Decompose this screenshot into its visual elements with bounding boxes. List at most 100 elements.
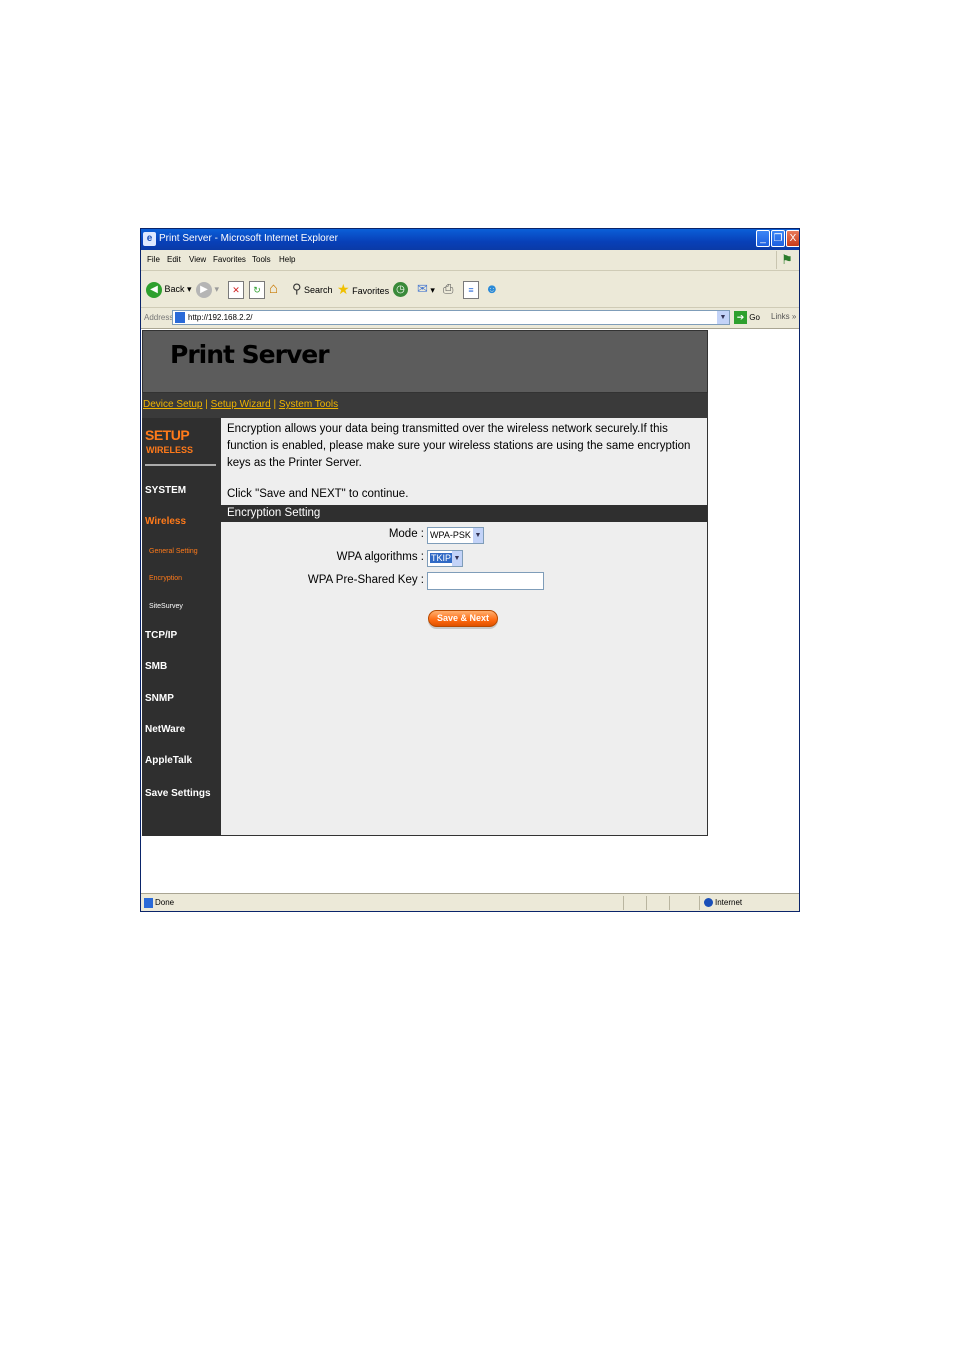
- wpa-algorithms-select[interactable]: TKIP ▼: [427, 550, 463, 567]
- sidebar-item-general-setting[interactable]: General Setting: [149, 548, 198, 555]
- print-button[interactable]: ⎙: [443, 280, 453, 298]
- status-text: Done: [155, 898, 175, 908]
- back-button[interactable]: ◀ Back ▾: [146, 280, 192, 298]
- history-button[interactable]: ◷: [393, 280, 408, 298]
- sidebar-item-wireless[interactable]: Wireless: [145, 516, 186, 527]
- messenger-icon: ☻: [485, 281, 499, 296]
- forward-button[interactable]: ▶ ▾: [196, 280, 219, 298]
- menu-edit[interactable]: Edit: [167, 255, 181, 264]
- minimize-button[interactable]: _: [756, 230, 770, 247]
- sidebar-item-snmp[interactable]: SNMP: [145, 693, 174, 704]
- address-input[interactable]: http://192.168.2.2/ ▼: [172, 310, 730, 325]
- stop-button[interactable]: ✕: [228, 280, 244, 299]
- mail-icon: ✉: [417, 281, 428, 296]
- sidebar: SETUP WIRELESS SYSTEM Wireless General S…: [142, 418, 221, 836]
- psk-label: WPA Pre-Shared Key :: [307, 574, 424, 586]
- back-label: Back: [164, 284, 185, 294]
- sidebar-divider: [145, 464, 216, 466]
- nav-separator: |: [273, 399, 277, 410]
- history-icon: ◷: [393, 282, 408, 298]
- sidebar-item-netware[interactable]: NetWare: [145, 724, 185, 735]
- status-divider: [669, 896, 670, 910]
- sidebar-item-encryption[interactable]: Encryption: [149, 575, 182, 582]
- favorites-label: Favorites: [352, 286, 390, 296]
- sidebar-item-system[interactable]: SYSTEM: [145, 485, 186, 496]
- mode-select[interactable]: WPA-PSK ▼: [427, 527, 484, 544]
- chevron-down-icon[interactable]: ▼: [717, 311, 729, 324]
- home-button[interactable]: ⌂: [269, 280, 278, 298]
- home-icon: ⌂: [269, 280, 279, 297]
- ie-icon: e: [143, 232, 156, 246]
- nav-system-tools[interactable]: System Tools: [279, 399, 338, 410]
- menu-help[interactable]: Help: [279, 255, 295, 264]
- chevron-down-icon: ▼: [473, 528, 483, 543]
- psk-input[interactable]: [427, 572, 544, 590]
- status-bar: Done Internet: [141, 893, 799, 911]
- sidebar-item-site-survey[interactable]: SiteSurvey: [149, 603, 183, 610]
- page-icon: [175, 312, 185, 323]
- status-zone: Internet: [704, 898, 743, 908]
- go-label: Go: [749, 313, 760, 322]
- links-label: Links: [771, 312, 790, 321]
- nav-setup-wizard[interactable]: Setup Wizard: [211, 399, 271, 410]
- wpa-algorithms-value: TKIP: [430, 553, 453, 563]
- sidebar-item-appletalk[interactable]: AppleTalk: [145, 755, 192, 766]
- messenger-button[interactable]: ☻: [485, 280, 499, 298]
- status-done: Done: [144, 898, 174, 908]
- toolbar: ◀ Back ▾ ▶ ▾ ✕ ↻ ⌂ ⚲ Search ★ Favorites …: [141, 271, 799, 308]
- address-url: http://192.168.2.2/: [188, 313, 253, 322]
- favorites-button[interactable]: ★ Favorites: [337, 280, 389, 298]
- nav-device-setup[interactable]: Device Setup: [143, 399, 202, 410]
- encryption-description: Encryption allows your data being transm…: [227, 423, 691, 469]
- status-divider: [623, 896, 624, 910]
- star-icon: ★: [337, 281, 350, 297]
- mode-value: WPA-PSK: [430, 530, 471, 540]
- zone-text: Internet: [715, 898, 743, 907]
- main-panel: Encryption allows your data being transm…: [221, 418, 708, 836]
- header-banner: Print Server: [142, 330, 708, 393]
- page-title: Print Server: [170, 340, 330, 369]
- menu-favorites[interactable]: Favorites: [213, 255, 246, 264]
- section-title: Encryption Setting: [227, 507, 321, 519]
- forward-arrow-icon: ▶: [196, 281, 212, 298]
- save-next-button[interactable]: Save & Next: [428, 610, 498, 627]
- search-icon: ⚲: [292, 281, 302, 296]
- sidebar-setup-heading: SETUP: [145, 427, 190, 443]
- edit-button[interactable]: ≡: [463, 280, 479, 299]
- mode-label: Mode :: [388, 528, 424, 540]
- close-button[interactable]: X: [786, 230, 799, 247]
- sidebar-section-heading: WIRELESS: [146, 445, 194, 455]
- chevron-down-icon: ▼: [452, 551, 462, 566]
- window-title: Print Server - Microsoft Internet Explor…: [159, 233, 338, 244]
- refresh-icon: ↻: [249, 280, 265, 299]
- title-bar: e Print Server - Microsoft Internet Expl…: [141, 229, 799, 250]
- links-button[interactable]: Links »: [771, 312, 796, 321]
- browser-window: e Print Server - Microsoft Internet Expl…: [140, 228, 800, 912]
- status-divider: [646, 896, 647, 910]
- menu-tools[interactable]: Tools: [252, 255, 271, 264]
- go-arrow-icon: ➔: [734, 311, 747, 325]
- sidebar-item-tcpip[interactable]: TCP/IP: [145, 630, 177, 641]
- search-label: Search: [304, 285, 333, 295]
- sidebar-item-smb[interactable]: SMB: [145, 661, 167, 672]
- menu-view[interactable]: View: [189, 255, 206, 264]
- wpa-algorithms-label: WPA algorithms :: [336, 551, 424, 563]
- printer-icon: ⎙: [443, 281, 454, 296]
- maximize-button[interactable]: ❐: [771, 230, 785, 247]
- windows-flag-icon: ⚑: [776, 251, 797, 269]
- top-nav: Device Setup | Setup Wizard | System Too…: [142, 393, 708, 418]
- search-button[interactable]: ⚲ Search: [292, 280, 333, 298]
- page-icon: [144, 898, 153, 908]
- back-arrow-icon: ◀: [146, 281, 162, 298]
- sidebar-item-save-settings[interactable]: Save Settings: [145, 788, 211, 799]
- refresh-button[interactable]: ↻: [249, 280, 265, 299]
- address-bar: Address http://192.168.2.2/ ▼ ➔ Go Links…: [141, 308, 799, 329]
- mail-button[interactable]: ✉ ▾: [417, 280, 435, 298]
- instruction-text: Click "Save and NEXT" to continue.: [227, 488, 409, 500]
- page-content: Print Server Device Setup | Setup Wizard…: [141, 329, 799, 891]
- stop-icon: ✕: [228, 280, 244, 299]
- menu-file[interactable]: File: [147, 255, 160, 264]
- edit-page-icon: ≡: [463, 280, 479, 299]
- go-button[interactable]: ➔ Go: [734, 310, 760, 325]
- globe-icon: [704, 898, 713, 908]
